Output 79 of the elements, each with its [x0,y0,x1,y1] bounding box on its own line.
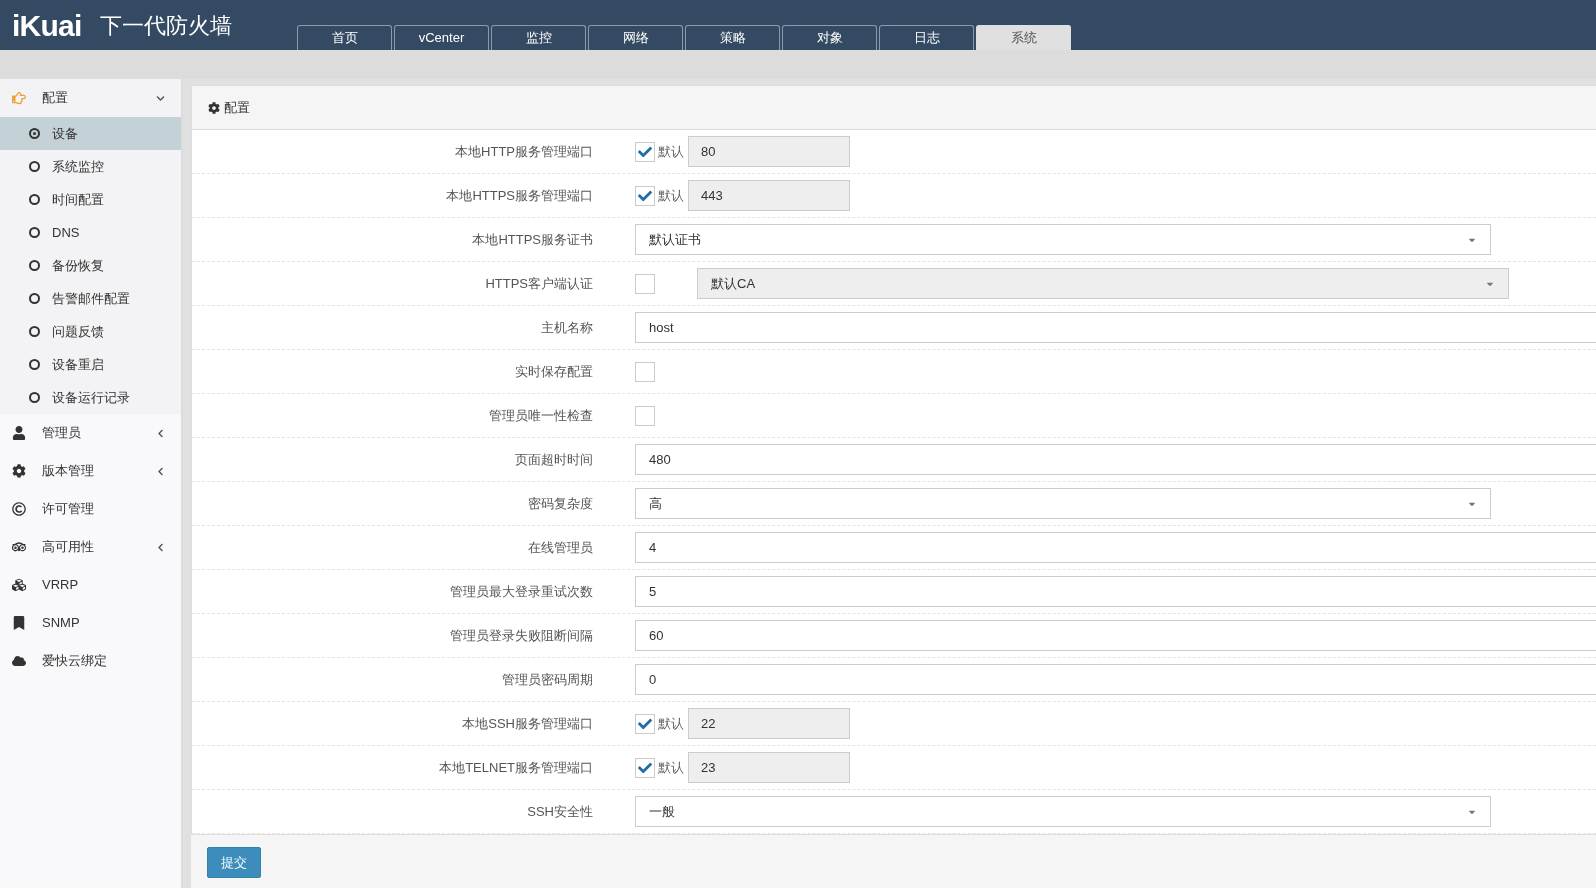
menu-item[interactable]: 问题反馈 [0,315,181,348]
menu-group[interactable]: SNMP [0,604,181,642]
nav-tab[interactable]: 监控 [491,25,586,50]
menu-item[interactable]: DNS [0,216,181,249]
checkbox[interactable] [635,141,655,162]
field-label: HTTPS客户端认证 [484,274,594,293]
dropdown[interactable]: 默认证书 [635,224,1491,255]
gear-icon [12,464,26,478]
checkbox[interactable] [635,273,655,294]
menu-item[interactable]: 系统监控 [0,150,181,183]
menu-group[interactable]: 高可用性 [0,528,181,566]
panel-title: 配置 [224,98,250,117]
field-label: 管理员最大登录重试次数 [449,582,594,601]
checkbox[interactable] [635,361,655,382]
user-icon [12,426,26,440]
field-label: 本地HTTPS服务证书 [471,230,594,249]
field-label: 实时保存配置 [514,362,594,381]
menu-item[interactable]: 告警邮件配置 [0,282,181,315]
dropdown[interactable]: 高 [635,488,1491,519]
field-label: 密码复杂度 [527,494,594,513]
checkbox[interactable] [635,405,655,426]
eyes-icon [12,540,26,554]
field-label: 在线管理员 [527,538,594,557]
chevron-left-icon [156,466,165,476]
dropdown[interactable]: 默认CA [697,268,1509,299]
nav-tab[interactable]: 对象 [782,25,877,50]
default-label: 默认 [658,758,684,777]
text-input[interactable]: 5 [635,576,1596,607]
field-label: 本地SSH服务管理端口 [461,714,594,733]
text-input[interactable]: host [635,312,1596,343]
copyright-icon [12,502,26,516]
pointing-hand-icon [12,91,26,105]
menu-group[interactable]: 管理员 [0,414,181,452]
field-label: 本地TELNET服务管理端口 [438,758,594,777]
menu-item[interactable]: 时间配置 [0,183,181,216]
submit-button[interactable]: 提交 [207,847,261,878]
menu-item[interactable]: 设备 [0,117,181,150]
checkbox[interactable] [635,757,655,778]
product-title: 下一代防火墙 [99,11,232,40]
checkbox[interactable] [635,185,655,206]
menu-item[interactable]: 备份恢复 [0,249,181,282]
field-label: 管理员密码周期 [501,670,594,689]
chevron-left-icon [156,428,165,438]
menu-group[interactable]: 爱快云绑定 [0,642,181,680]
nav-tab[interactable]: 系统 [976,25,1071,50]
text-input[interactable]: 4 [635,532,1596,563]
menu-group[interactable]: VRRP [0,566,181,604]
nav-tab[interactable]: vCenter [394,25,489,50]
field-label: 本地HTTPS服务管理端口 [445,186,594,205]
menu-item[interactable]: 设备重启 [0,348,181,381]
gear-icon [208,101,220,114]
field-label: SSH安全性 [526,802,594,821]
default-label: 默认 [658,186,684,205]
cubes-icon [12,578,26,592]
text-input[interactable]: 0 [635,664,1596,695]
default-label: 默认 [658,714,684,733]
text-input[interactable]: 480 [635,444,1596,475]
nav-tab[interactable]: 日志 [879,25,974,50]
chevron-left-icon [156,542,165,552]
logo: iKuai [12,7,82,44]
nav-tab[interactable]: 策略 [685,25,780,50]
text-input[interactable]: 60 [635,620,1596,651]
field-label: 主机名称 [540,318,594,337]
field-label: 页面超时时间 [514,450,594,469]
menu-group[interactable]: 许可管理 [0,490,181,528]
nav-tab[interactable]: 首页 [297,25,392,50]
dropdown[interactable]: 一般 [635,796,1491,827]
menu-group[interactable]: 版本管理 [0,452,181,490]
cloud-icon [12,654,26,668]
nav-tab[interactable]: 网络 [588,25,683,50]
field-label: 本地HTTP服务管理端口 [454,142,594,161]
field-label: 管理员登录失败阻断间隔 [449,626,594,645]
menu-item[interactable]: 设备运行记录 [0,381,181,414]
chevron-down-icon [156,93,165,103]
bookmark-icon [12,616,26,630]
menu-group[interactable]: 配置 [0,79,181,117]
default-label: 默认 [658,142,684,161]
field-label: 管理员唯一性检查 [488,406,594,425]
checkbox[interactable] [635,713,655,734]
